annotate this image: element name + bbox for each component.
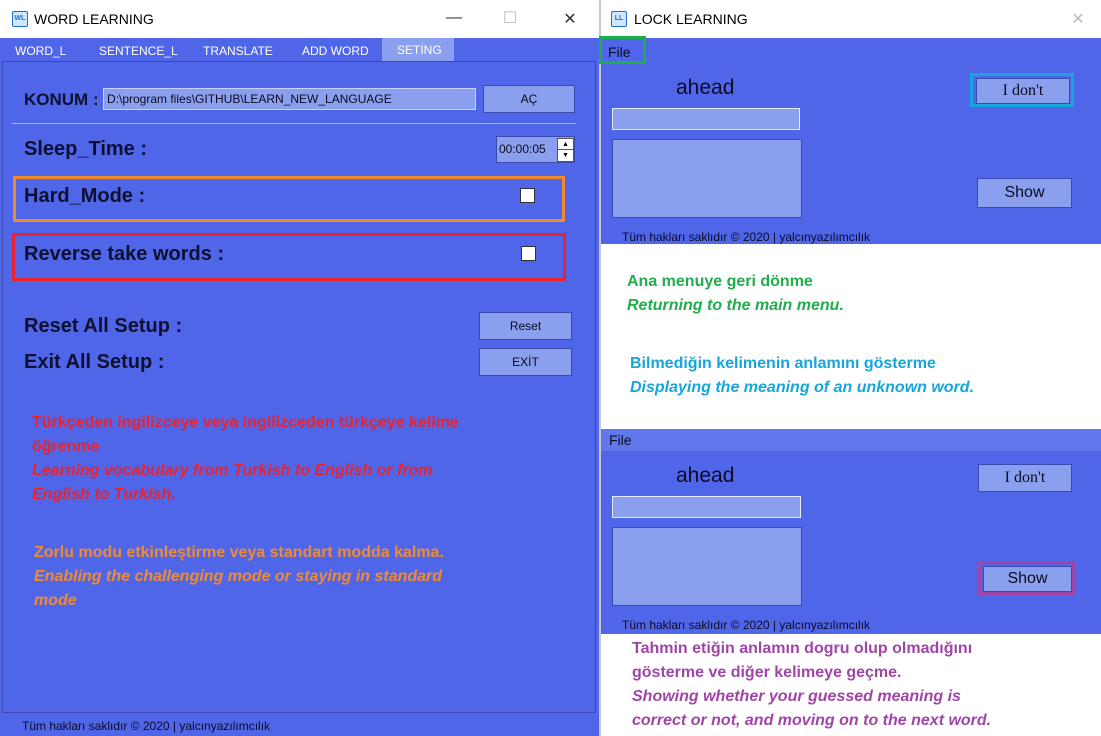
meaning-box-top [612, 139, 802, 218]
app-icon: WL [12, 11, 28, 27]
close-icon[interactable]: ✕ [560, 9, 580, 29]
reverse-label: Reverse take words : [24, 243, 225, 265]
sleep-time-stepper[interactable]: 00:00:05 ▲ ▼ [496, 136, 575, 163]
spin-down-icon[interactable]: ▼ [557, 149, 574, 162]
tab-word-l[interactable]: WORD_L [15, 44, 66, 58]
file-menu-top[interactable]: File [608, 44, 631, 60]
right-title-bar: LL LOCK LEARNING ✕ [601, 0, 1101, 38]
idont-button-bottom[interactable]: I don't [978, 464, 1072, 492]
hard-mode-annotation-en2: mode [34, 592, 77, 609]
reverse-annotation-en2: English to Turkish. [32, 486, 176, 503]
hard-mode-annotation-en1: Enabling the challenging mode or staying… [34, 568, 443, 585]
show-button-top[interactable]: Show [977, 178, 1072, 208]
show-button-bottom[interactable]: Show [983, 566, 1072, 592]
show-annotation-en1: Showing whether your guessed meaning is [632, 688, 961, 705]
reverse-annotation-en1: Learning vocabulary from Turkish to Engl… [32, 462, 433, 479]
idont-annotation: Bilmediğin kelimenin anlamını gösterme D… [630, 352, 1090, 400]
meaning-box-bottom [612, 527, 802, 606]
idont-annotation-tr: Bilmediğin kelimenin anlamını gösterme [630, 355, 936, 372]
right-window-title: LOCK LEARNING [634, 11, 748, 27]
menu-annotation-tr: Ana menuye geri dönme [627, 273, 813, 290]
divider [12, 123, 576, 124]
tab-seting[interactable]: SETİNG [397, 43, 442, 57]
ac-button[interactable]: AÇ [483, 85, 575, 113]
hard-mode-label: Hard_Mode : [24, 185, 146, 207]
reverse-annotation-tr2: öğrenme [32, 438, 100, 455]
reverse-checkbox[interactable] [521, 246, 536, 261]
answer-input-top[interactable] [612, 108, 800, 130]
reverse-annotation: Türkçeden ingilizceye veya ingilizceden … [32, 411, 582, 507]
app-icon-right: LL [611, 11, 627, 27]
close-icon-right[interactable]: ✕ [1068, 9, 1088, 29]
reset-button[interactable]: Reset [479, 312, 572, 340]
menu-annotation-en: Returning to the main menu. [627, 297, 844, 314]
file-menu-bottom[interactable]: File [609, 432, 632, 448]
hard-mode-annotation: Zorlu modu etkinleştirme veya standart m… [34, 541, 574, 613]
right-footer-bottom: Tüm hakları saklıdır © 2020 | yalcınyazı… [622, 618, 871, 632]
word-top: ahead [676, 76, 735, 99]
konum-label: KONUM : [24, 90, 99, 109]
show-annotation: Tahmin etiğin anlamın dogru olup olmadığ… [632, 637, 1098, 733]
exit-label: Exit All Setup : [24, 351, 165, 373]
show-annotation-tr1: Tahmin etiğin anlamın dogru olup olmadığ… [632, 640, 973, 657]
show-annotation-tr2: gösterme ve diğer kelimeye geçme. [632, 664, 902, 681]
left-footer: Tüm hakları saklıdır © 2020 | yalcınyazı… [22, 719, 271, 733]
hard-mode-checkbox[interactable] [520, 188, 535, 203]
menu-annotation: Ana menuye geri dönme Returning to the m… [627, 270, 1087, 318]
left-title-bar: WL WORD LEARNING — ☐ ✕ [0, 0, 599, 38]
tab-translate[interactable]: TRANSLATE [203, 44, 273, 58]
menu-bar-bottom [601, 429, 1101, 451]
maximize-icon[interactable]: ☐ [500, 8, 520, 28]
hard-mode-annotation-tr: Zorlu modu etkinleştirme veya standart m… [34, 544, 444, 561]
idont-annotation-en: Displaying the meaning of an unknown wor… [630, 379, 975, 396]
tab-sentence-l[interactable]: SENTENCE_L [99, 44, 178, 58]
show-annotation-en2: correct or not, and moving on to the nex… [632, 712, 992, 729]
sleep-time-label: Sleep_Time : [24, 138, 148, 160]
exit-button[interactable]: EXİT [479, 348, 572, 376]
left-window-title: WORD LEARNING [34, 11, 154, 27]
idont-button-top[interactable]: I don't [976, 78, 1070, 104]
answer-input-bottom[interactable] [612, 496, 801, 518]
sleep-time-value: 00:00:05 [499, 142, 546, 156]
tab-add-word[interactable]: ADD WORD [302, 44, 369, 58]
word-bottom: ahead [676, 464, 735, 487]
reset-label: Reset All Setup : [24, 315, 183, 337]
konum-path-field[interactable]: D:\program files\GITHUB\LEARN_NEW_LANGUA… [103, 88, 476, 110]
right-footer-top: Tüm hakları saklıdır © 2020 | yalcınyazı… [622, 230, 871, 244]
minimize-icon[interactable]: — [444, 9, 464, 27]
reverse-annotation-tr1: Türkçeden ingilizceye veya ingilizceden … [32, 414, 459, 431]
